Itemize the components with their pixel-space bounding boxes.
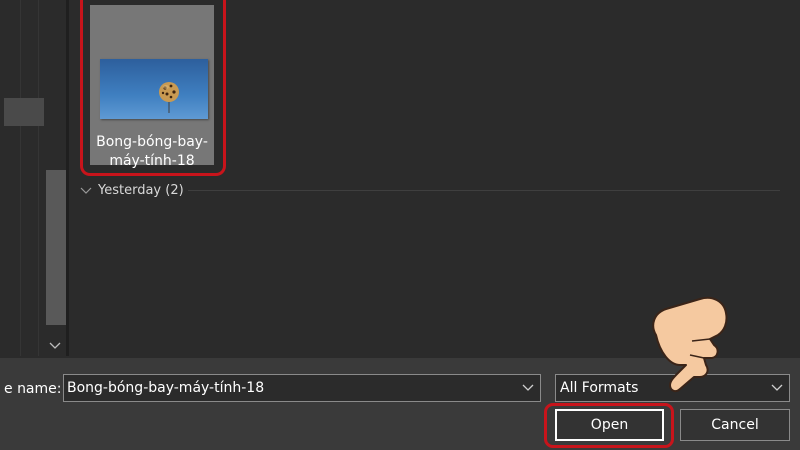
chevron-down-icon: [80, 187, 92, 194]
file-item-highlight[interactable]: Bong-bóng-bay-máy-tính-18: [80, 0, 226, 176]
nav-column-divider: [20, 0, 21, 356]
balloon-icon: [159, 82, 179, 113]
group-label: Yesterday (2): [98, 182, 184, 198]
nav-column-divider: [38, 0, 39, 356]
file-name-label: Bong-bóng-bay-máy-tính-18: [96, 134, 208, 169]
chevron-down-icon[interactable]: [771, 383, 783, 393]
filename-input[interactable]: Bong-bóng-bay-máy-tính-18: [63, 374, 541, 402]
balloon-image-thumbnail: [100, 59, 208, 119]
scroll-down-button[interactable]: [44, 337, 66, 355]
nav-scrollbar-thumb[interactable]: [46, 170, 66, 325]
open-button[interactable]: Open: [555, 409, 664, 441]
nav-selected-item[interactable]: [4, 98, 44, 126]
filename-value[interactable]: Bong-bóng-bay-máy-tính-18: [64, 380, 264, 396]
file-type-value: All Formats: [560, 380, 639, 396]
pane-divider[interactable]: [66, 0, 69, 356]
filename-label: e name:: [4, 381, 62, 397]
group-header-yesterday[interactable]: Yesterday (2): [80, 181, 184, 199]
group-divider: [188, 190, 780, 191]
cancel-button[interactable]: Cancel: [680, 409, 790, 441]
pointing-hand-icon: [652, 296, 728, 393]
chevron-down-icon[interactable]: [522, 383, 534, 393]
file-item[interactable]: Bong-bóng-bay-máy-tính-18: [90, 5, 214, 169]
chevron-down-icon: [49, 342, 61, 349]
